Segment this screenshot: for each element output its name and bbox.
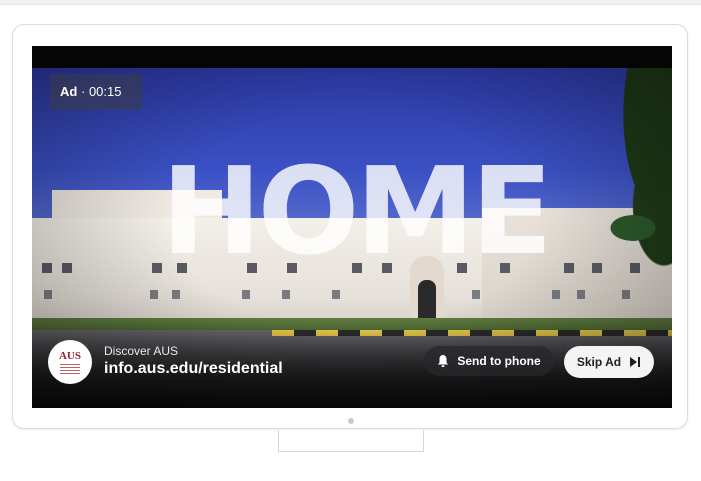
skip-next-icon (629, 356, 641, 368)
advertiser-logo[interactable]: AUS (48, 340, 92, 384)
ad-countdown: 00:15 (88, 84, 122, 99)
advertiser-url[interactable]: info.aus.edu/residential (104, 360, 283, 378)
top-divider (0, 0, 701, 5)
ad-label: Ad (60, 84, 78, 99)
skip-ad-label: Skip Ad (576, 355, 622, 369)
logo-text: AUS (58, 349, 81, 362)
video-player[interactable]: HOME Ad · 00:15 AUS Discover AUS info.au… (32, 46, 672, 408)
skip-ad-button[interactable]: Skip Ad (564, 346, 654, 378)
send-to-phone-label: Send to phone (457, 354, 541, 368)
ad-badge: Ad · 00:15 (50, 74, 142, 110)
ad-separator: · (80, 84, 86, 99)
bell-icon (437, 354, 449, 368)
power-indicator (348, 418, 354, 424)
tv-stand (278, 430, 424, 452)
advertiser-name: Discover AUS (104, 344, 179, 358)
send-to-phone-button[interactable]: Send to phone (424, 346, 554, 376)
video-overlay-text: HOME (161, 143, 553, 282)
